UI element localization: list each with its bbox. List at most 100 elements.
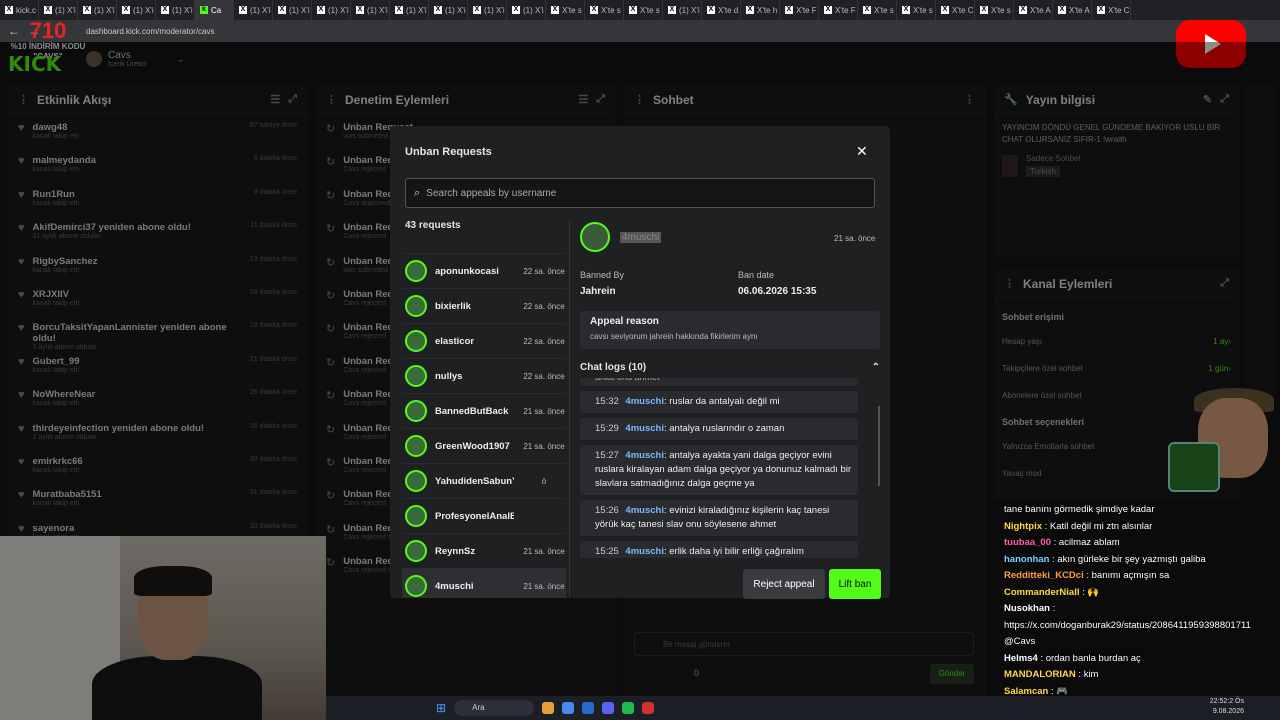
- browser-tab[interactable]: X (1) X'i: [39, 0, 78, 20]
- request-item[interactable]: bixierlik 22 sa. önce: [402, 289, 566, 324]
- browser-tab[interactable]: X X'te s: [546, 0, 585, 20]
- chat-log-entry: 15:25 4muschi: erlik daha iyi bilir erli…: [580, 541, 858, 558]
- request-item[interactable]: ReynnSz 21 sa. önce: [402, 534, 566, 569]
- request-item[interactable]: YahudidenSabunYapan ö: [402, 464, 566, 499]
- spotify-icon[interactable]: [622, 702, 635, 714]
- request-username: elasticor: [435, 335, 475, 347]
- browser-tab[interactable]: X X'te s: [858, 0, 897, 20]
- close-icon[interactable]: ✕: [856, 143, 868, 160]
- request-time: 22 sa. önce: [523, 371, 565, 381]
- request-avatar: [405, 260, 427, 282]
- request-avatar: [405, 575, 427, 597]
- browser-tab[interactable]: X (1) X'i: [234, 0, 273, 20]
- edge-icon[interactable]: [582, 702, 595, 714]
- request-avatar: [405, 505, 427, 527]
- windows-start-icon[interactable]: ⊞: [436, 701, 446, 715]
- lift-ban-button[interactable]: Lift ban: [829, 569, 881, 599]
- browser-tab[interactable]: X X'te A: [1053, 0, 1092, 20]
- url-field[interactable]: dashboard.kick.com/moderator/cavs: [86, 27, 215, 36]
- browser-tab[interactable]: X X'te s: [975, 0, 1014, 20]
- browser-tab[interactable]: X X'te d: [702, 0, 741, 20]
- chat-message: : akın gürleke bir şey yazmıştı galiba: [1049, 553, 1206, 565]
- chat-message: : acilmaz ablam: [1051, 537, 1120, 548]
- app-icon[interactable]: [642, 702, 655, 714]
- browser-tab[interactable]: X (1) X'i: [273, 0, 312, 20]
- request-username: YahudidenSabunYapan: [435, 475, 514, 487]
- browser-tab[interactable]: X (1) X'i: [468, 0, 507, 20]
- tab-title: (1) X'i: [679, 5, 700, 15]
- clock-date: 9.08.2026: [1212, 708, 1244, 715]
- browser-tab[interactable]: X (1) X'i: [429, 0, 468, 20]
- chrome-icon[interactable]: [562, 702, 575, 714]
- browser-tab[interactable]: X X'te F: [819, 0, 858, 20]
- browser-tab[interactable]: X (1) X'i: [351, 0, 390, 20]
- explorer-icon[interactable]: [542, 702, 555, 714]
- tab-title: (1) X'i: [523, 5, 544, 15]
- request-item[interactable]: aponunkocasi 22 sa. önce: [402, 254, 566, 289]
- chat-username: CommanderNiall: [1004, 586, 1080, 598]
- chat-line: @Cavs: [1004, 634, 1280, 651]
- browser-tab[interactable]: X X'te s: [624, 0, 663, 20]
- browser-tab[interactable]: X (1) X'i: [663, 0, 702, 20]
- tab-favicon-icon: X: [5, 6, 13, 14]
- browser-tab[interactable]: X X'te C: [1092, 0, 1131, 20]
- promo-logo: 710: [29, 18, 67, 43]
- browser-tab[interactable]: X X'te F: [780, 0, 819, 20]
- request-item[interactable]: nullys 22 sa. önce: [402, 359, 566, 394]
- chat-message: : ordan banla burdan aç: [1037, 652, 1141, 664]
- request-username: aponunkocasi: [435, 265, 499, 277]
- tab-title: (1) X'i: [55, 5, 76, 15]
- browser-tab[interactable]: X (1) X'i: [507, 0, 546, 20]
- search-icon: ⌕: [414, 186, 421, 199]
- request-item[interactable]: GreenWood1907 21 sa. önce: [402, 429, 566, 464]
- request-item[interactable]: elasticor 22 sa. önce: [402, 324, 566, 359]
- tab-favicon-icon: k: [200, 6, 208, 14]
- browser-tab[interactable]: X X'te A: [1014, 0, 1053, 20]
- tab-favicon-icon: X: [44, 6, 52, 14]
- tab-title: X'te s: [640, 5, 660, 15]
- taskbar-search[interactable]: Ara: [454, 700, 535, 716]
- browser-tab[interactable]: X (1) X'i: [117, 0, 156, 20]
- tab-favicon-icon: X: [707, 6, 715, 14]
- browser-tab[interactable]: X (1) X'i: [156, 0, 195, 20]
- browser-tab[interactable]: X X'te h: [741, 0, 780, 20]
- tab-favicon-icon: X: [278, 6, 286, 14]
- request-username: ReynnSz: [435, 545, 476, 557]
- reject-appeal-button[interactable]: Reject appeal: [743, 569, 825, 599]
- tab-favicon-icon: X: [980, 6, 988, 14]
- browser-tab[interactable]: k Ca: [195, 0, 234, 20]
- chat-log-text: : erlik daha iyi bilir erliği çağıralım: [663, 546, 804, 557]
- tab-title: (1) X'i: [328, 5, 349, 15]
- discord-icon[interactable]: [602, 702, 615, 714]
- system-clock[interactable]: 22:52:2 Ös 9.08.2026: [1210, 697, 1244, 717]
- chat-log-user: 4muschi: [625, 396, 664, 407]
- chat-logs-scrollbar[interactable]: [878, 406, 880, 486]
- stream-chat-overlay: tane banını görmedik şimdiye kadar Nightp…: [1004, 502, 1280, 717]
- browser-tab[interactable]: Xkick.c: [0, 0, 39, 20]
- chat-line: hanonhan : akın gürleke bir şey yazmıştı…: [1004, 552, 1280, 569]
- chat-log-time: 15:32: [595, 396, 622, 407]
- browser-tab[interactable]: X (1) X'i: [78, 0, 117, 20]
- tab-favicon-icon: X: [1097, 6, 1105, 14]
- browser-tab[interactable]: X X'te s: [585, 0, 624, 20]
- chat-logs-header[interactable]: Chat logs (10) ⌃: [580, 362, 880, 373]
- request-item[interactable]: BannedButBack 21 sa. önce: [402, 394, 566, 429]
- chat-username: Salamcan: [1004, 685, 1049, 697]
- tab-title: X'te C: [1108, 5, 1130, 15]
- browser-tab[interactable]: X X'te C: [936, 0, 975, 20]
- chevron-up-icon[interactable]: ⌃: [872, 362, 880, 373]
- tab-title: X'te s: [991, 5, 1011, 15]
- request-item[interactable]: 4muschi 21 sa. önce: [402, 569, 566, 598]
- appeal-reason-box: Appeal reason cavsı seviyorum jahrein ha…: [580, 311, 880, 349]
- tab-favicon-icon: X: [317, 6, 325, 14]
- tab-title: (1) X'i: [250, 5, 271, 15]
- request-time: 21 sa. önce: [523, 441, 565, 451]
- search-input[interactable]: [426, 187, 847, 199]
- tab-title: (1) X'i: [172, 5, 193, 15]
- browser-tab[interactable]: X (1) X'i: [312, 0, 351, 20]
- request-item[interactable]: ProfesyonelAnalBaficisi34: [402, 499, 566, 534]
- browser-tab[interactable]: X X'te s: [897, 0, 936, 20]
- browser-tab[interactable]: X (1) X'i: [390, 0, 429, 20]
- chat-log-time: 15:29: [595, 423, 622, 434]
- chat-line: https://x.com/doganburak29/status/208641…: [1004, 618, 1280, 635]
